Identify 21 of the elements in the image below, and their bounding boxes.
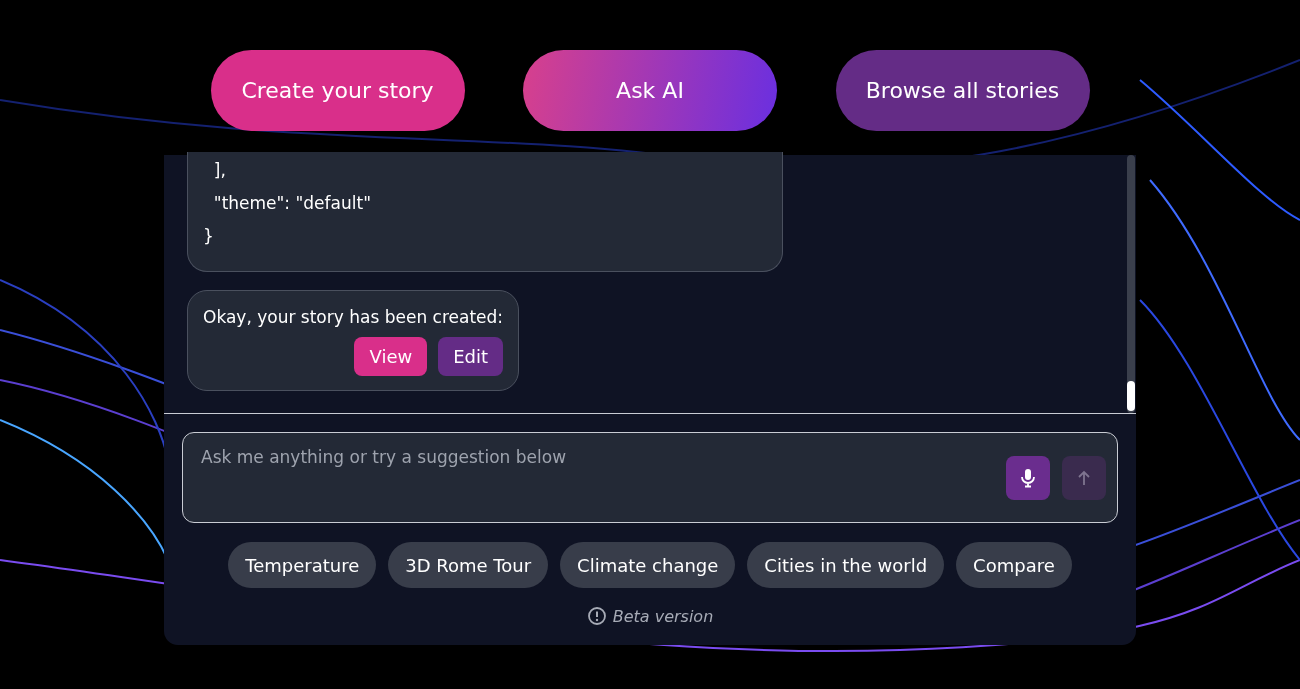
arrow-up-icon bbox=[1077, 470, 1091, 486]
microphone-button[interactable] bbox=[1006, 456, 1050, 500]
action-button[interactable]: View bbox=[354, 337, 428, 376]
suggestion-chip[interactable]: Cities in the world bbox=[747, 542, 945, 588]
code-line: } bbox=[203, 225, 215, 248]
beta-note: Beta version bbox=[612, 606, 714, 626]
suggestion-chip[interactable]: Compare bbox=[956, 542, 1072, 588]
suggestion-chip[interactable]: Temperature bbox=[228, 542, 377, 588]
message-text: Okay, your story has been created: bbox=[203, 307, 504, 327]
scrollbar-thumb[interactable] bbox=[1127, 381, 1135, 411]
action-button[interactable]: Edit bbox=[438, 337, 504, 376]
suggestion-chip[interactable]: 3D Rome Tour bbox=[388, 542, 549, 588]
suggestion-chip[interactable]: Climate change bbox=[560, 542, 736, 588]
input-field[interactable]: Ask me anything or try a suggestion below bbox=[182, 432, 1118, 523]
code-line: ], bbox=[212, 159, 227, 182]
nav-button[interactable]: Ask AI bbox=[523, 50, 777, 131]
microphone-icon bbox=[1020, 468, 1036, 488]
info-icon bbox=[586, 606, 607, 626]
nav-button[interactable]: Browse all stories bbox=[835, 50, 1090, 131]
code-line: "theme": "default" bbox=[212, 192, 372, 215]
nav-button[interactable]: Create your story bbox=[210, 50, 465, 131]
